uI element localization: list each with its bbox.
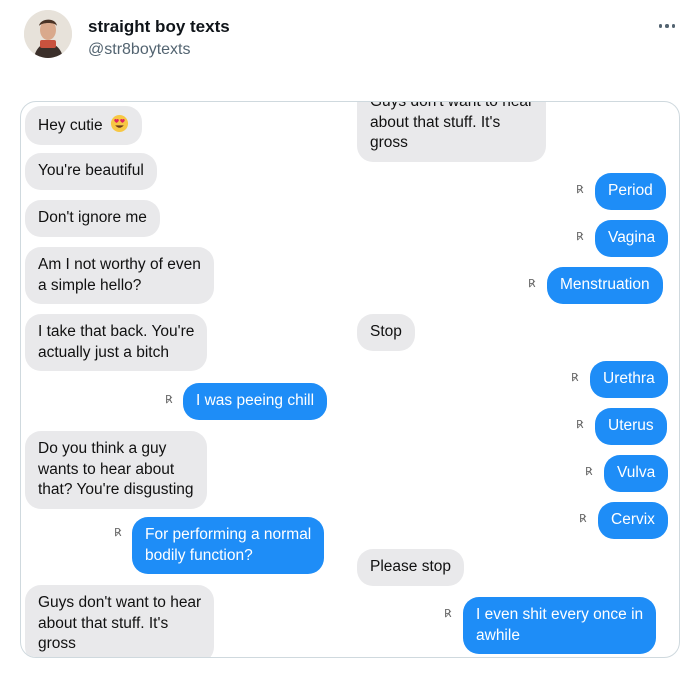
display-name[interactable]: straight boy texts xyxy=(88,17,230,37)
message-line: For performing a normal xyxy=(145,526,312,543)
more-horizontal-icon[interactable] xyxy=(652,14,682,38)
message-bubble: Urethra xyxy=(590,361,668,398)
message-bubble: I even shit every once in awhile xyxy=(463,597,657,654)
message-bubble: Do you think a guy wants to hear about t… xyxy=(25,431,207,509)
message-text: Cervix xyxy=(611,511,655,528)
message-text: You're beautiful xyxy=(38,162,144,179)
message-line: wants to hear about xyxy=(38,460,175,478)
message-text: Menstruation xyxy=(560,276,650,293)
message-bubble: Uterus xyxy=(595,408,667,445)
message-text: Urethra xyxy=(603,370,655,387)
message-text: Uterus xyxy=(608,417,654,434)
read-receipt-icon: R̷ xyxy=(571,371,579,384)
message-line: about that stuff. It's xyxy=(38,614,169,632)
message-text: Hey cutie xyxy=(38,117,103,134)
message-line: gross xyxy=(38,635,76,652)
message-text: Don't ignore me xyxy=(38,209,147,226)
message-bubble: Am I not worthy of even a simple hello? xyxy=(25,247,214,304)
message-bubble: Please stop xyxy=(357,549,464,586)
read-receipt-icon: R̷ xyxy=(576,183,584,196)
message-bubble: Guys don't want to hear about that stuff… xyxy=(25,585,215,657)
message-bubble: I take that back. You're actually just a… xyxy=(25,314,208,371)
avatar[interactable] xyxy=(24,10,72,58)
message-text: Period xyxy=(608,182,653,199)
user-handle[interactable]: @str8boytexts xyxy=(88,41,191,59)
message-line: Guys don't want to hear xyxy=(370,101,534,110)
message-bubble: Vagina xyxy=(595,220,669,257)
message-text: Stop xyxy=(370,323,402,340)
read-receipt-icon: R̷ xyxy=(165,393,173,406)
message-bubble: Don't ignore me xyxy=(25,200,160,237)
message-line: bodily function? xyxy=(145,546,253,564)
message-line: I take that back. You're xyxy=(38,323,195,340)
read-receipt-icon: R̷ xyxy=(576,230,584,243)
message-line: that? You're disgusting xyxy=(38,481,194,498)
message-bubble: Stop xyxy=(357,314,415,351)
message-line: Do you think a guy xyxy=(38,440,167,457)
tweet-media[interactable]: Hey cutie You're beautiful Don't ignore … xyxy=(20,101,680,658)
read-receipt-icon: R̷ xyxy=(444,607,452,620)
message-line: actually just a bitch xyxy=(38,343,169,361)
message-line: Guys don't want to hear xyxy=(38,594,202,611)
read-receipt-icon: R̷ xyxy=(528,277,536,290)
message-line: Am I not worthy of even xyxy=(38,256,201,273)
message-bubble: Menstruation xyxy=(547,267,663,304)
message-text: Please stop xyxy=(370,558,451,575)
message-bubble: I was peeing chill xyxy=(183,383,328,420)
message-bubble: For performing a normal bodily function? xyxy=(132,517,325,574)
smiling-face-with-heart-eyes-emoji xyxy=(110,114,128,133)
avatar-image xyxy=(24,10,72,58)
read-receipt-icon: R̷ xyxy=(576,418,584,431)
message-line: I even shit every once in xyxy=(476,606,644,623)
message-text: I was peeing chill xyxy=(196,392,315,409)
message-line: gross xyxy=(370,134,408,151)
message-line: awhile xyxy=(476,626,520,644)
message-text: Vagina xyxy=(608,229,656,246)
message-bubble: Guys don't want to hear about that stuff… xyxy=(357,101,547,162)
read-receipt-icon: R̷ xyxy=(585,465,593,478)
message-line: a simple hello? xyxy=(38,276,142,294)
read-receipt-icon: R̷ xyxy=(114,526,122,539)
message-bubble: Period xyxy=(595,173,666,210)
message-bubble: Cervix xyxy=(598,502,668,539)
read-receipt-icon: R̷ xyxy=(579,512,587,525)
message-bubble: Hey cutie xyxy=(25,106,142,145)
message-line: about that stuff. It's xyxy=(370,113,501,131)
message-bubble: Vulva xyxy=(604,455,669,492)
message-text: Vulva xyxy=(617,464,656,481)
message-bubble: You're beautiful xyxy=(25,153,157,190)
